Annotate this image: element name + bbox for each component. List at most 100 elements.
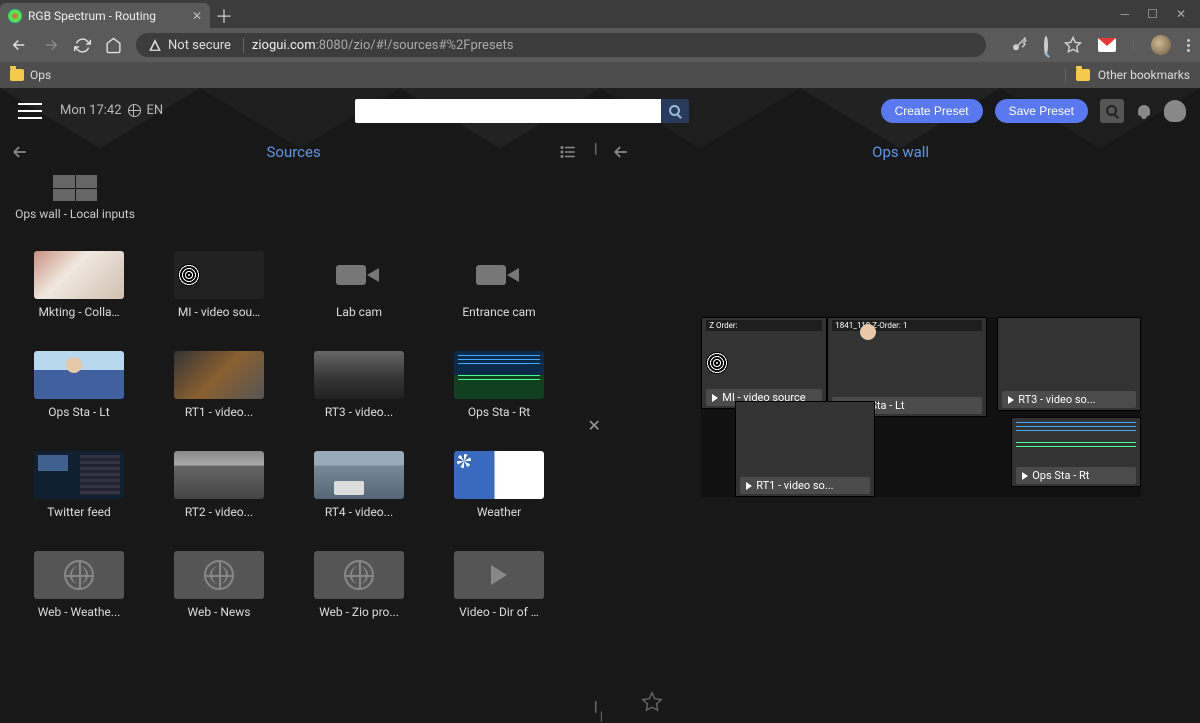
- video-wall-canvas[interactable]: Z Order:MI - video source 1841_118 Z-Orde…: [701, 317, 1141, 497]
- source-thumbnail: [174, 251, 264, 299]
- tab-title: RGB Spectrum - Routing: [28, 9, 186, 23]
- source-thumbnail: [454, 251, 544, 299]
- source-item[interactable]: RT3 - video...: [294, 351, 424, 441]
- maximize-icon[interactable]: ☐: [1147, 7, 1158, 21]
- not-secure-icon: [148, 38, 162, 52]
- source-item[interactable]: Lab cam: [294, 251, 424, 341]
- source-label: Video - Dir of …: [459, 605, 539, 619]
- gmail-icon[interactable]: [1098, 38, 1116, 52]
- clock-text: Mon 17:42: [60, 103, 122, 118]
- wall-window-label: RT3 - video so...: [1002, 391, 1136, 408]
- source-item[interactable]: RT4 - video...: [294, 451, 424, 541]
- wall-window[interactable]: RT1 - video so...: [735, 401, 875, 497]
- source-item[interactable]: Web - News: [154, 551, 284, 641]
- search-icon: [669, 105, 680, 116]
- globe-icon: [128, 104, 141, 117]
- play-icon: [746, 482, 752, 490]
- wall-window[interactable]: Ops Sta - Rt: [1011, 417, 1141, 487]
- create-preset-button[interactable]: Create Preset: [881, 99, 983, 123]
- source-thumbnail: [174, 451, 264, 499]
- grip-icon: ||: [594, 699, 595, 715]
- source-thumbnail: [314, 451, 404, 499]
- profile-avatar[interactable]: [1151, 35, 1171, 55]
- key-icon[interactable]: [1010, 36, 1028, 54]
- address-bar[interactable]: Not secure ziogui.com:8080/zio/#!/source…: [136, 33, 986, 57]
- source-item[interactable]: Video - Dir of …: [434, 551, 564, 641]
- source-item[interactable]: MI - video sou…: [154, 251, 284, 341]
- source-item[interactable]: Entrance cam: [434, 251, 564, 341]
- close-tab-icon[interactable]: ✕: [192, 9, 202, 23]
- bell-icon[interactable]: [1136, 103, 1152, 119]
- security-label: Not secure: [168, 38, 231, 53]
- url-text: ziogui.com:8080/zio/#!/sources#%2Fpreset…: [252, 38, 514, 53]
- wall-window[interactable]: RT3 - video so...: [997, 317, 1141, 411]
- app-search-button[interactable]: [661, 99, 689, 123]
- hamburger-menu-icon[interactable]: [14, 99, 46, 123]
- source-item[interactable]: RT1 - video...: [154, 351, 284, 441]
- source-item[interactable]: Web - Zio pro...: [294, 551, 424, 641]
- save-preset-button[interactable]: Save Preset: [995, 99, 1088, 123]
- source-label: Web - Weathe...: [38, 605, 121, 619]
- lang-label[interactable]: EN: [147, 103, 164, 118]
- close-panel-icon[interactable]: ✕: [588, 416, 601, 435]
- browser-tab[interactable]: RGB Spectrum - Routing ✕: [0, 3, 210, 28]
- other-bookmarks[interactable]: Other bookmarks: [1098, 68, 1190, 82]
- source-label: Lab cam: [336, 305, 382, 319]
- panel-back-icon[interactable]: [611, 142, 631, 162]
- tab-favicon: [8, 9, 22, 23]
- back-icon[interactable]: [10, 36, 28, 54]
- source-group[interactable]: Ops wall - Local inputs: [10, 175, 140, 221]
- source-label: Weather: [477, 505, 521, 519]
- source-label: RT3 - video...: [325, 405, 393, 419]
- close-window-icon[interactable]: ✕: [1176, 7, 1186, 21]
- source-thumbnail: [454, 351, 544, 399]
- forward-icon[interactable]: [42, 36, 60, 54]
- panel-back-icon[interactable]: [10, 142, 30, 162]
- zoom-icon[interactable]: [1100, 99, 1124, 123]
- folder-icon: [10, 69, 24, 81]
- source-thumbnail: [174, 551, 264, 599]
- bookmark-ops[interactable]: Ops: [30, 68, 51, 82]
- source-thumbnail: [34, 351, 124, 399]
- source-item[interactable]: Ops Sta - Lt: [14, 351, 144, 441]
- search-icon[interactable]: [1044, 38, 1048, 53]
- source-item[interactable]: Web - Weathe...: [14, 551, 144, 641]
- wall-window[interactable]: Z Order:MI - video source: [701, 317, 827, 409]
- panel-divider[interactable]: || ✕ ||: [587, 133, 601, 723]
- new-tab-button[interactable]: ＋: [210, 3, 238, 28]
- source-label: MI - video sou…: [178, 305, 260, 319]
- source-thumbnail: [34, 451, 124, 499]
- reload-icon[interactable]: [74, 37, 91, 54]
- source-thumbnail: [314, 551, 404, 599]
- app-search-input[interactable]: [355, 99, 661, 123]
- favorite-icon[interactable]: [641, 691, 663, 713]
- source-label: RT1 - video...: [185, 405, 253, 419]
- source-item[interactable]: Mkting - Colla…: [14, 251, 144, 341]
- source-item[interactable]: Twitter feed: [14, 451, 144, 541]
- source-item[interactable]: Weather: [434, 451, 564, 541]
- source-label: Ops Sta - Rt: [468, 405, 530, 419]
- list-view-icon[interactable]: [559, 143, 577, 161]
- folder-icon: [1076, 69, 1090, 81]
- wall-window-label: RT1 - video so...: [740, 477, 870, 494]
- source-thumbnail: [174, 351, 264, 399]
- source-thumbnail: [34, 551, 124, 599]
- group-label: Ops wall - Local inputs: [15, 207, 135, 221]
- minimize-icon[interactable]: ─: [1121, 7, 1130, 21]
- menu-icon[interactable]: [1187, 39, 1190, 52]
- wall-window-meta: Z Order:: [706, 320, 822, 331]
- source-label: RT4 - video...: [325, 505, 393, 519]
- play-icon: [1022, 472, 1028, 480]
- wall-window-meta: 1841_118 Z-Order: 1: [832, 320, 982, 331]
- group-icon: [53, 175, 97, 201]
- star-icon[interactable]: [1064, 36, 1082, 54]
- home-icon[interactable]: [105, 37, 122, 54]
- play-icon: [1008, 396, 1014, 404]
- source-item[interactable]: RT2 - video...: [154, 451, 284, 541]
- source-item[interactable]: Ops Sta - Rt: [434, 351, 564, 441]
- source-label: RT2 - video...: [185, 505, 253, 519]
- source-thumbnail: [314, 351, 404, 399]
- source-label: Twitter feed: [47, 505, 111, 519]
- source-label: Entrance cam: [462, 305, 535, 319]
- user-icon[interactable]: [1164, 100, 1186, 122]
